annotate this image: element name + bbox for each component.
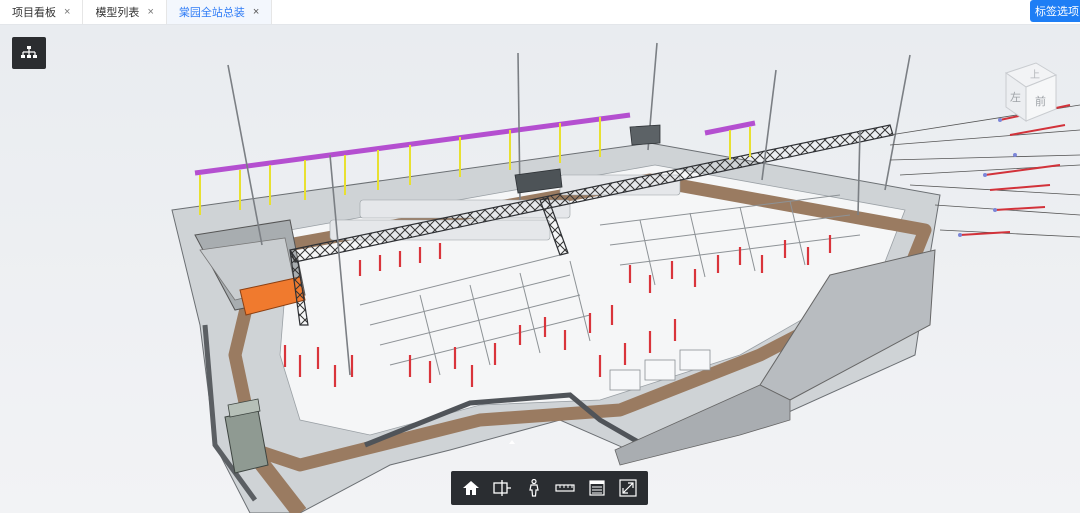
tab-label: 项目看板 — [12, 7, 56, 19]
walk-mode-button[interactable] — [521, 475, 547, 501]
tab-site-assembly[interactable]: 棠园全站总装 × — [166, 0, 273, 24]
measure-ruler-icon — [555, 484, 575, 492]
tab-project-dashboard[interactable]: 项目看板 × — [0, 0, 84, 24]
close-icon[interactable]: × — [253, 6, 259, 18]
viewer-toolbar — [451, 471, 648, 505]
fullscreen-icon — [619, 479, 637, 497]
measure-button[interactable] — [552, 475, 578, 501]
tab-label: 棠园全站总装 — [178, 7, 245, 19]
tab-label: 模型列表 — [95, 7, 140, 19]
home-icon — [462, 481, 479, 495]
model-tree-button[interactable] — [12, 37, 46, 69]
section-plane-icon — [493, 480, 512, 496]
properties-button[interactable] — [584, 475, 610, 501]
section-plane-button[interactable] — [489, 475, 515, 501]
close-icon[interactable]: × — [64, 6, 70, 18]
view-cube-front-label: 前 — [1035, 94, 1046, 108]
view-cube-top-label: 上 — [1030, 69, 1040, 81]
close-icon[interactable]: × — [147, 6, 153, 18]
fullscreen-button[interactable] — [615, 475, 641, 501]
properties-list-icon — [589, 480, 605, 496]
toolbar-active-indicator — [509, 440, 515, 444]
walk-person-icon — [529, 479, 539, 497]
view-cube[interactable]: 上 左 前 — [998, 43, 1080, 129]
view-cube-left-label: 左 — [1010, 91, 1021, 104]
substation-3d-model[interactable] — [0, 25, 1080, 513]
tab-model-list[interactable]: 模型列表 × — [83, 0, 167, 24]
hierarchy-icon — [21, 46, 37, 58]
model-viewport[interactable]: 上 左 前 — [0, 25, 1080, 513]
tab-bar: 项目看板 × 模型列表 × 棠园全站总装 × 标签选项 — [0, 0, 1080, 25]
tag-options-button[interactable]: 标签选项 — [1030, 0, 1080, 22]
home-button[interactable] — [458, 475, 484, 501]
